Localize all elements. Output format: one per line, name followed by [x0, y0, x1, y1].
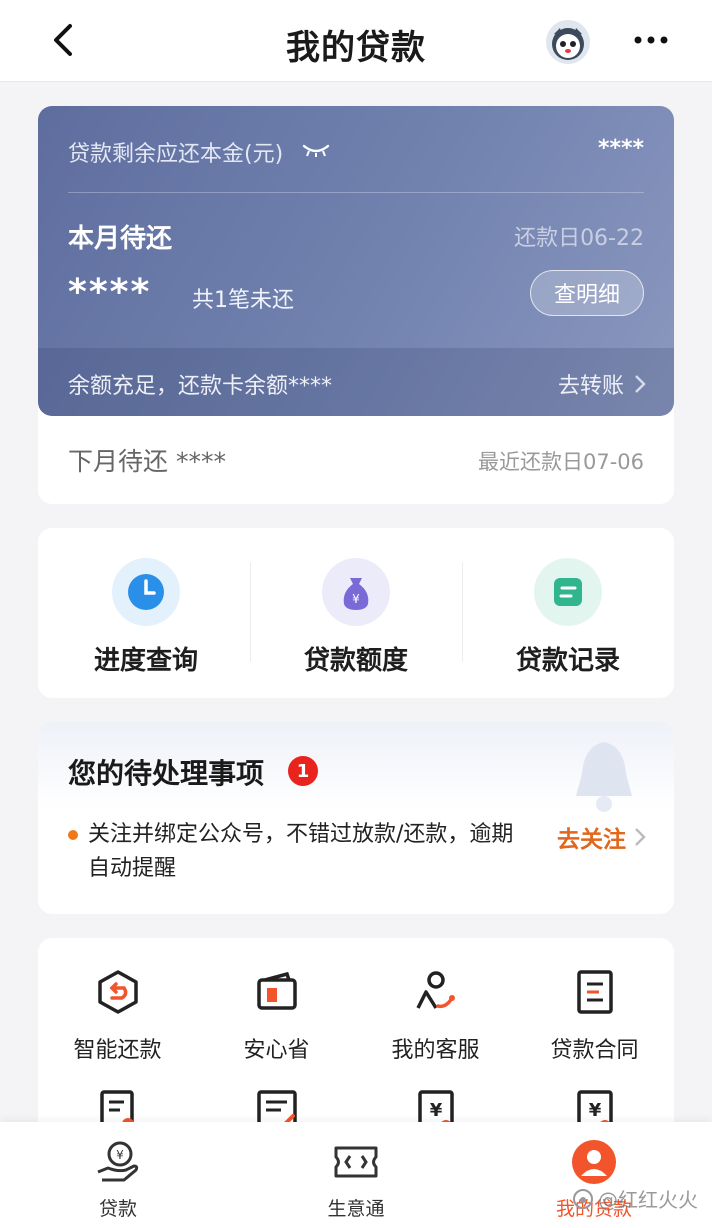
page-title: 我的贷款 [286, 28, 426, 68]
notification-badge: 1 [288, 756, 318, 786]
svg-text:¥: ¥ [429, 1100, 442, 1121]
nav-label: 贷款 [98, 1198, 137, 1220]
nav-loan[interactable]: ¥ 贷款 [58, 1138, 178, 1221]
service-label: 智能还款 [73, 1038, 162, 1063]
person-icon [572, 1140, 616, 1184]
balance-bar: 余额充足，还款卡余额**** 去转账 [38, 348, 674, 416]
chevron-right-icon [635, 828, 646, 846]
bell-icon [576, 742, 632, 812]
loan-hand-icon: ¥ [97, 1141, 139, 1182]
smart-repay-button[interactable]: 智能还款 [38, 968, 197, 1064]
repayment-date: 还款日06-22 [514, 226, 644, 251]
remaining-principal-label: 贷款剩余应还本金(元) [68, 142, 284, 167]
wallet-icon [256, 971, 297, 1010]
loan-contract-button[interactable]: 贷款合同 [515, 968, 674, 1064]
follow-label: 去关注 [557, 827, 626, 853]
divider [250, 562, 251, 662]
pending-title: 您的待处理事项 [68, 757, 265, 790]
mascot-icon [552, 28, 584, 60]
smart-repay-icon [97, 970, 138, 1014]
service-label: 贷款合同 [550, 1038, 639, 1063]
money-bag-icon: ¥ [343, 578, 369, 610]
svg-text:¥: ¥ [352, 592, 360, 606]
watermark: @红红火火 [572, 1184, 698, 1213]
eye-closed-icon[interactable] [302, 142, 330, 158]
follow-button[interactable]: 去关注 [557, 820, 646, 854]
pending-tasks-card: 您的待处理事项 1 关注并绑定公众号，不错过放款/还款，逾期自动提醒 去关注 [38, 722, 674, 914]
svg-text:¥: ¥ [588, 1100, 601, 1121]
quick-actions: 进度查询 ¥ 贷款额度 贷款记录 [38, 528, 674, 698]
customer-service-button[interactable]: 我的客服 [356, 968, 515, 1064]
next-month-row: 下月待还 **** 最近还款日07-06 [68, 442, 644, 482]
pending-item-text: 关注并绑定公众号，不错过放款/还款，逾期自动提醒 [88, 822, 514, 881]
anxinsheng-button[interactable]: 安心省 [197, 968, 356, 1064]
balance-text: 余额充足，还款卡余额**** [68, 374, 333, 399]
divider [462, 562, 463, 662]
this-month-title: 本月待还 [68, 224, 173, 254]
avatar[interactable] [546, 20, 590, 64]
loan-records-button[interactable]: 贷款记录 [488, 558, 648, 678]
nav-label: 生意通 [327, 1198, 385, 1220]
transfer-label: 去转账 [557, 374, 624, 399]
transfer-link[interactable]: 去转账 [558, 368, 646, 400]
progress-query-button[interactable]: 进度查询 [66, 558, 226, 678]
clock-icon [128, 574, 164, 610]
contract-icon [576, 970, 613, 1014]
view-details-button[interactable]: 查明细 [530, 270, 644, 316]
top-bar: 我的贷款 [0, 0, 712, 82]
quick-action-label: 贷款记录 [515, 646, 620, 676]
divider [68, 192, 644, 193]
bullet-dot [68, 830, 78, 840]
more-icon[interactable] [630, 28, 672, 52]
loan-card-header: 贷款剩余应还本金(元) **** 本月待还 还款日06-22 **** 共1笔未… [38, 106, 674, 416]
quick-action-label: 进度查询 [93, 646, 198, 676]
next-month-label: 下月待还 **** [68, 447, 226, 476]
watermark-text: @红红火火 [598, 1188, 698, 1212]
loan-limit-button[interactable]: ¥ 贷款额度 [276, 558, 436, 678]
weibo-logo-icon [573, 1188, 593, 1209]
loan-summary-card: 贷款剩余应还本金(元) **** 本月待还 还款日06-22 **** 共1笔未… [38, 106, 674, 504]
service-label: 我的客服 [391, 1038, 480, 1063]
svg-text:¥: ¥ [116, 1148, 124, 1162]
ticket-icon [334, 1146, 378, 1178]
customer-service-icon [415, 971, 455, 1009]
next-due-date: 最近还款日07-06 [477, 450, 644, 474]
chevron-right-icon [635, 375, 646, 393]
remaining-principal-value: **** [597, 136, 644, 161]
nav-business[interactable]: 生意通 [296, 1138, 416, 1221]
service-label: 安心省 [243, 1038, 310, 1063]
quick-action-label: 贷款额度 [303, 646, 408, 676]
this-month-amount: **** [68, 272, 152, 313]
record-icon [554, 578, 582, 606]
unpaid-count: 共1笔未还 [192, 288, 294, 313]
